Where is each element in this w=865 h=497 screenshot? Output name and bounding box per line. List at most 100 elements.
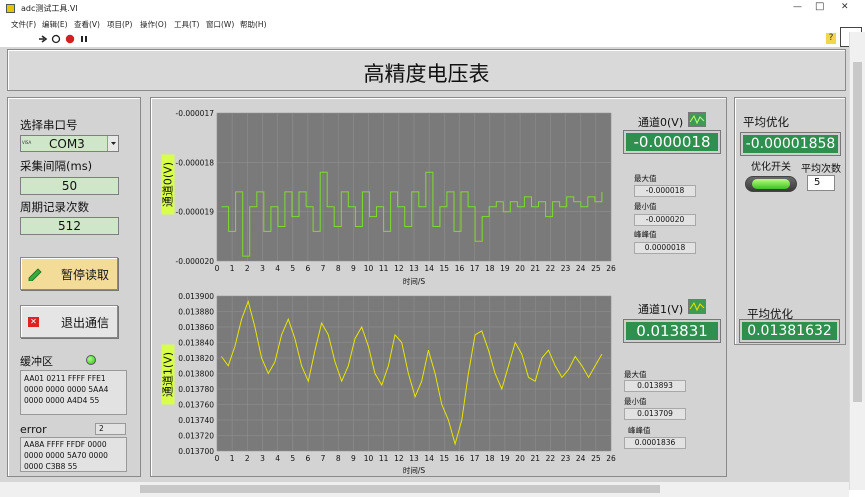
x-tick-label: 19: [500, 264, 510, 273]
menu-help[interactable]: 帮助(H): [240, 19, 267, 30]
x-tick-label: 17: [470, 264, 480, 273]
x-tick-label: 22: [546, 264, 556, 273]
switch-label: 优化开关: [751, 162, 791, 173]
x-tick-label: 8: [336, 454, 341, 463]
vertical-scroll-thumb[interactable]: [853, 62, 862, 402]
count-field[interactable]: 512: [20, 217, 119, 235]
horizontal-scroll-thumb[interactable]: [140, 485, 660, 493]
x-tick-label: 21: [530, 454, 540, 463]
horizontal-scrollbar[interactable]: [0, 482, 849, 497]
abort-icon[interactable]: [65, 34, 75, 44]
ch0-min-label: 最小值: [634, 202, 657, 211]
window-title: adc测试工具.VI: [21, 4, 78, 13]
x-tick-label: 13: [409, 264, 419, 273]
pause-button[interactable]: 暂停读取: [20, 257, 118, 290]
x-tick-label: 6: [306, 264, 311, 273]
menu-tools[interactable]: 工具(T): [174, 19, 199, 30]
x-tick-label: 9: [351, 264, 356, 273]
ch0-pp: 0.0000018: [634, 242, 696, 254]
ch1-pp-label: 峰峰值: [628, 426, 651, 435]
x-tick-label: 20: [515, 264, 525, 273]
x-tick-label: 18: [485, 264, 495, 273]
x-tick-label: 23: [561, 264, 571, 273]
serial-select[interactable]: VISA COM3: [20, 135, 119, 152]
toggle-led: [752, 179, 790, 189]
y-tick-label: 0.013780: [178, 385, 214, 394]
pen-icon: [28, 268, 42, 281]
menu-window[interactable]: 窗口(W): [206, 19, 234, 30]
exit-button-label: 退出通信: [61, 316, 110, 330]
pause-icon[interactable]: [79, 34, 89, 44]
y-tick-label: 0.013760: [178, 401, 214, 410]
interval-field[interactable]: 50: [20, 177, 119, 195]
channel1-chart: 0.013900 0.013880 0.013860 0.013840 0.013820…: [178, 292, 616, 475]
ch0-max: -0.000018: [634, 185, 696, 197]
maximize-button[interactable]: □: [815, 1, 824, 12]
menu-operate[interactable]: 操作(O): [140, 19, 167, 30]
x-tick-label: 14: [424, 454, 434, 463]
front-panel: 高精度电压表 选择串口号 VISA COM3 采集间隔(ms) 50 周期记录次…: [0, 47, 849, 490]
error-label: error: [20, 423, 47, 436]
x-tick-label: 12: [394, 264, 404, 273]
vertical-scrollbar[interactable]: [849, 32, 865, 490]
chevron-down-icon[interactable]: [107, 136, 118, 151]
run-icon[interactable]: [38, 34, 48, 44]
x-tick-label: 13: [409, 454, 419, 463]
times-label: 平均次数: [801, 164, 841, 175]
ch1-max: 0.013893: [624, 380, 686, 392]
x-tick-label: 21: [530, 264, 540, 273]
x-tick-label: 2: [245, 264, 250, 273]
run-continuously-icon[interactable]: [51, 34, 61, 44]
menu-file[interactable]: 文件(F): [11, 19, 36, 30]
charts-panel: -0.000017 -0.000018 -0.000019 -0.000020 012…: [150, 97, 727, 477]
ch1-pp: 0.0001836: [624, 437, 686, 449]
menu-edit[interactable]: 编辑(E): [42, 19, 68, 30]
ch0-plot-legend-icon: [688, 112, 706, 127]
ch0-min: -0.000020: [634, 214, 696, 226]
buffer-led: [86, 355, 96, 365]
x-tick-label: 4: [275, 454, 280, 463]
optimize-toggle[interactable]: [745, 176, 797, 192]
x-tick-label: 25: [591, 264, 601, 273]
y-tick-label: 0.013740: [178, 416, 214, 425]
menu-view[interactable]: 查看(V): [74, 19, 100, 30]
x-tick-label: 6: [306, 454, 311, 463]
count-label: 周期记录次数: [20, 200, 89, 214]
y-tick-label: 0.013820: [178, 354, 214, 363]
right-panel: 平均优化 -0.00001858 优化开关 平均次数 5 平均优化: [734, 97, 846, 345]
y-tick-label: -0.000020: [176, 257, 215, 266]
close-button[interactable]: ✕: [841, 2, 849, 12]
x-tick-label: 11: [379, 454, 389, 463]
ch0-value-label: 通道0(V): [638, 116, 684, 129]
x-tick-label: 7: [321, 264, 326, 273]
menu-project[interactable]: 项目(P): [107, 19, 132, 30]
x-axis-label-0: 时间/S: [403, 276, 426, 286]
x-tick-label: 10: [364, 264, 374, 273]
visa-prefix: VISA: [22, 140, 32, 145]
x-tick-label: 8: [336, 264, 341, 273]
x-tick-label: 0: [215, 454, 220, 463]
buffer-label: 缓冲区: [20, 355, 53, 368]
minimize-button[interactable]: —: [793, 2, 802, 12]
avg-value-1: -0.00001858: [741, 133, 840, 155]
help-icon[interactable]: ?: [826, 33, 836, 44]
x-tick-label: 0: [215, 264, 220, 273]
times-field[interactable]: 5: [807, 175, 835, 191]
exit-button[interactable]: ✕ 退出通信: [20, 305, 118, 338]
x-tick-label: 3: [260, 454, 265, 463]
x-tick-label: 18: [485, 454, 495, 463]
ch0-pp-label: 峰峰值: [634, 230, 657, 239]
ch0-value: -0.000018: [624, 131, 720, 153]
error-count: 2: [95, 423, 126, 435]
y-axis-label-0: 通道0(V): [161, 154, 175, 215]
x-tick-label: 26: [606, 454, 616, 463]
x-tick-label: 16: [455, 454, 465, 463]
y-tick-label: 0.013880: [178, 308, 214, 317]
buffer-text: AA01 0211 FFFF FFE1 0000 0000 0000 5AA4 …: [20, 370, 127, 415]
avg-label-1: 平均优化: [743, 115, 789, 129]
y-tick-label: -0.000017: [176, 109, 215, 118]
y-tick-label: 0.013800: [178, 370, 214, 379]
x-tick-label: 16: [455, 264, 465, 273]
x-tick-label: 3: [260, 264, 265, 273]
x-tick-label: 23: [561, 454, 571, 463]
